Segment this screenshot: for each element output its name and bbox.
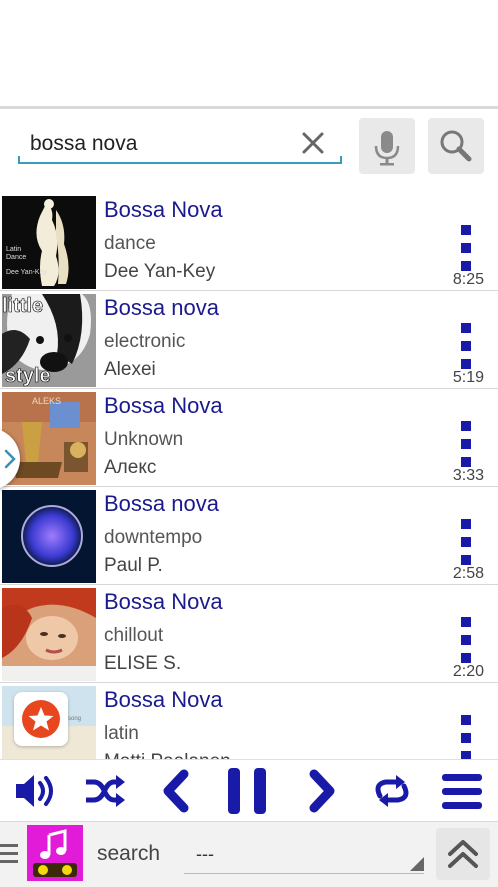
list-item[interactable]: Bossa nova downtempo Paul P. 2:58 xyxy=(0,487,498,585)
volume-button[interactable] xyxy=(10,760,60,822)
track-artist: Алекс xyxy=(104,457,157,478)
bottom-bar: search --- xyxy=(0,821,498,887)
close-icon[interactable] xyxy=(298,128,328,158)
search-input[interactable] xyxy=(18,122,298,166)
shuffle-button[interactable] xyxy=(82,760,128,822)
track-genre: chillout xyxy=(104,625,164,646)
shuffle-icon xyxy=(86,775,125,807)
voice-search-button[interactable] xyxy=(359,118,415,174)
search-bar xyxy=(18,122,342,168)
track-genre: dance xyxy=(104,233,156,254)
album-art: little style xyxy=(2,294,96,387)
track-artist: Alexei xyxy=(104,359,156,380)
track-artist: Dee Yan-Key xyxy=(104,261,216,282)
track-title: Bossa Nova xyxy=(104,589,223,614)
track-duration: 2:20 xyxy=(452,663,484,680)
track-artist: Matti Paalanen xyxy=(104,751,231,759)
album-art: Latin Dance Dee Yan-Key xyxy=(2,196,96,289)
art-caption: little xyxy=(2,295,43,317)
track-artist: Paul P. xyxy=(104,555,163,576)
more-options-icon[interactable] xyxy=(460,323,472,369)
next-button[interactable] xyxy=(304,760,340,822)
divider xyxy=(0,106,498,109)
list-item[interactable]: Latin Dance Dee Yan-Key Bossa Nova dance… xyxy=(0,193,498,291)
more-options-icon[interactable] xyxy=(460,519,472,565)
track-genre: latin xyxy=(104,723,139,744)
art-caption: Dee Yan-Key xyxy=(6,269,47,276)
track-duration: 8:25 xyxy=(452,271,484,288)
track-artist: ELISE S. xyxy=(104,653,182,674)
dropdown-value: --- xyxy=(196,844,214,864)
track-duration: 5:19 xyxy=(452,369,484,386)
volume-icon xyxy=(16,775,53,807)
track-genre: Unknown xyxy=(104,429,184,450)
track-genre: electronic xyxy=(104,331,186,352)
list-item[interactable]: Bossa Nova chillout ELISE S. 2:20 xyxy=(0,585,498,683)
hamburger-icon[interactable] xyxy=(0,842,18,866)
track-title: Bossa nova xyxy=(104,491,219,516)
more-options-icon[interactable] xyxy=(460,421,472,467)
repeat-button[interactable] xyxy=(370,760,414,822)
microphone-icon xyxy=(374,131,400,166)
player-controls xyxy=(0,759,498,821)
dropdown-caret-icon xyxy=(410,857,424,871)
next-icon xyxy=(309,769,335,813)
music-note-icon xyxy=(27,825,83,881)
menu-icon xyxy=(442,774,482,809)
scroll-to-top-button[interactable] xyxy=(436,828,490,880)
results-list: Latin Dance Dee Yan-Key Bossa Nova dance… xyxy=(0,193,498,759)
list-item[interactable]: „song Bossa Nova latin Matti Paalanen xyxy=(0,683,498,759)
list-item[interactable]: ALEKS Bossa Nova Unknown Алекс 3:33 xyxy=(0,389,498,487)
playlist-menu-button[interactable] xyxy=(440,760,484,822)
art-caption: style xyxy=(5,365,51,387)
album-art xyxy=(2,490,96,583)
search-button[interactable] xyxy=(428,118,484,174)
track-title: Bossa Nova xyxy=(104,393,223,418)
search-mode-dropdown[interactable]: --- xyxy=(184,832,424,874)
magnifier-icon xyxy=(440,130,472,162)
search-underline xyxy=(18,156,342,164)
track-duration: 3:33 xyxy=(452,467,484,484)
art-caption: „song xyxy=(66,716,81,722)
art-caption: Dance xyxy=(6,254,26,261)
art-caption: ALEKS xyxy=(32,396,61,406)
app-logo[interactable] xyxy=(27,825,83,881)
track-title: Bossa Nova xyxy=(104,197,223,222)
track-title: Bossa Nova xyxy=(104,687,223,712)
previous-icon xyxy=(163,769,189,813)
search-mode-label: search xyxy=(97,842,161,865)
top-blank-area xyxy=(0,0,498,106)
previous-button[interactable] xyxy=(158,760,194,822)
star-icon xyxy=(22,700,60,738)
list-item[interactable]: little style Bossa nova electronic Alexe… xyxy=(0,291,498,389)
track-title: Bossa nova xyxy=(104,295,219,320)
track-genre: downtempo xyxy=(104,527,203,548)
more-options-icon[interactable] xyxy=(460,617,472,663)
favorite-button[interactable] xyxy=(14,692,68,746)
pause-icon xyxy=(228,768,266,814)
chevron-right-icon xyxy=(4,449,16,469)
more-options-icon[interactable] xyxy=(460,225,472,271)
more-options-icon[interactable] xyxy=(460,715,472,759)
track-duration: 2:58 xyxy=(452,565,484,582)
repeat-icon xyxy=(375,775,409,807)
double-chevron-up-icon xyxy=(448,840,478,868)
pause-button[interactable] xyxy=(224,760,272,822)
album-art xyxy=(2,588,96,681)
art-caption: Latin xyxy=(6,246,21,253)
